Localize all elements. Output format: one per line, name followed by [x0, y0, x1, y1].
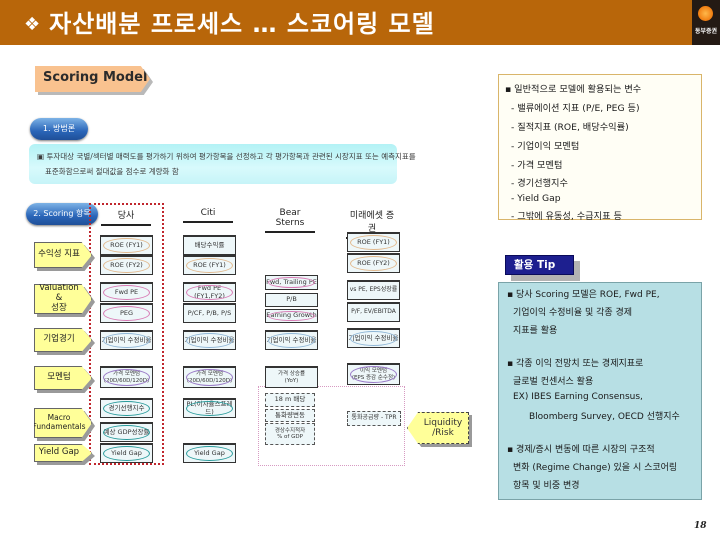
- tip-bullet-2-line-4: Bloomberg Survey, OECD 선행지수: [529, 412, 680, 422]
- variables-heading: ▪ 일반적으로 모델에 활용되는 변수: [505, 84, 642, 95]
- page-title-text: 자산배분 프로세스 … 스코어링 모델: [49, 10, 435, 38]
- methodology-pill: 1. 방법론: [30, 118, 88, 140]
- cell-mirae-earnings-momentum: 이익 모멘텀 (EPS 증감 순수정): [347, 363, 400, 385]
- row-label-yield-gap: Yield Gap: [34, 444, 92, 462]
- cell-citi-pcf-pb-ps: P/CF, P/B, P/S: [183, 303, 236, 323]
- tip-bullet-3-line-1: ▪ 경제/증시 변동에 따른 시장의 구조적: [507, 445, 655, 455]
- cell-dangsa-price-momentum: 가격 모멘텀 (20D/60D/120D): [100, 366, 153, 388]
- column-header-dangsa: 당사: [101, 208, 151, 226]
- variable-item: - 질적지표 (ROE, 배당수익률): [511, 122, 629, 133]
- cell-citi-fwd-pe: Fwd PE (FY1,FY2): [183, 282, 236, 302]
- cell-mirae-pe-eps-growth: vs PE, EPS성장률: [347, 280, 400, 300]
- methodology-line-1: ▣ 투자대상 국별/섹터별 매력도를 평가하기 위하여 평가항목을 선정하고 각…: [37, 152, 416, 161]
- cell-dangsa-yield-gap: Yield Gap: [100, 443, 153, 463]
- cell-dangsa-fwd-pe: Fwd PE: [100, 282, 153, 302]
- row-label-valuation: Valuation & 성장: [34, 284, 92, 314]
- cell-mirae-roe-fy2: ROE (FY2): [347, 253, 400, 273]
- scoring-model-label: Scoring Model: [43, 70, 148, 85]
- column-header-bear-sterns: Bear Sterns: [265, 208, 315, 233]
- title-bar: ❖ 자산배분 프로세스 … 스코어링 모델: [0, 0, 706, 45]
- cell-dangsa-peg: PEG: [100, 303, 153, 323]
- methodology-line-2: 표준화함으로써 절대값을 점수로 계량화 함: [45, 167, 179, 176]
- cell-citi-yield-gap: Yield Gap: [183, 443, 236, 463]
- tip-bullet-2-line-2: 글로벌 컨센서스 활용: [513, 377, 594, 387]
- cell-citi-rate-spread: PL(이자율스프레드): [183, 398, 236, 418]
- variable-item: - 밸류에이션 지표 (P/E, PEG 등): [511, 103, 640, 114]
- column-header-citi: Citi: [183, 208, 233, 223]
- tip-bullet-1-line-2: 기업이익 수정비율 및 각종 경제: [513, 308, 633, 318]
- company-logo: 동부증권: [692, 0, 720, 45]
- cell-bear-earning-growth: Earning Growth: [265, 309, 318, 323]
- tip-bullet-1-line-1: ▪ 당사 Scoring 모델은 ROE, Fwd PE,: [507, 290, 660, 300]
- cell-bear-money-supply: 통화량변동: [265, 409, 315, 422]
- cell-citi-earnings-revision: 기업이익 수정비율: [183, 330, 236, 350]
- tip-box: ▪ 당사 Scoring 모델은 ROE, Fwd PE, 기업이익 수정비율 …: [498, 282, 702, 500]
- tip-bullet-2-line-3: EX) IBES Earning Consensus,: [513, 392, 643, 402]
- tip-bullet-3-line-3: 항목 및 비중 변경: [513, 481, 580, 491]
- cell-dangsa-earnings-revision: 기업이익 수정비율: [100, 330, 153, 350]
- cell-bear-pb: P/B: [265, 293, 318, 307]
- row-label-macro: Macro Fundamentals: [34, 408, 92, 438]
- tip-bullet-2-line-1: ▪ 각종 이익 전망치 또는 경제지표로: [507, 359, 644, 369]
- tip-label: 활용 Tip: [505, 255, 574, 275]
- row-label-momentum: 모멘텀: [34, 366, 92, 390]
- cell-mirae-earnings-revision: 기업이익 수정비율: [347, 328, 400, 348]
- scoring-items-pill: 2. Scoring 항목: [26, 203, 98, 225]
- cell-dangsa-leading-index: 경기선행지수: [100, 398, 153, 418]
- cell-bear-current-account: 경상수지적자 % of GDP: [265, 423, 315, 445]
- sun-logo-icon: [698, 6, 713, 21]
- tip-bullet-1-line-3: 지표를 활용: [513, 326, 558, 336]
- methodology-box: ▣ 투자대상 국별/섹터별 매력도를 평가하기 위하여 평가항목을 선정하고 각…: [29, 144, 416, 184]
- scoring-model-tag: Scoring Model: [35, 66, 150, 92]
- cell-bear-price-change: 가격 상승률 (YoY): [265, 366, 318, 388]
- cell-bear-earnings-revision: 기업이익 수정비율: [265, 330, 318, 350]
- cell-bear-18m-dividend: 18 m 배당: [265, 393, 315, 407]
- diamond-bullet-icon: ❖: [24, 14, 42, 35]
- variable-item: - Yield Gap: [511, 193, 561, 204]
- cell-citi-dividend-yield: 배당수익률: [183, 235, 236, 255]
- cell-mirae-pf-ev-ebitda: P/F, EV/EBITDA: [347, 302, 400, 322]
- page-number: 18: [694, 521, 707, 531]
- cell-bear-fwd-trailing-pe: Fwd, Trailing PE: [265, 275, 318, 290]
- variable-item: - 기업이익 모멘텀: [511, 141, 580, 152]
- tip-bullet-3-line-2: 변화 (Regime Change) 있을 시 스코어링: [513, 463, 678, 473]
- variable-item: - 가격 모멘텀: [511, 160, 563, 171]
- cell-bear-money-tpr: 통화공급량 - TPR: [347, 411, 401, 426]
- cell-dangsa-gdp-growth: 예상 GDP성장률: [100, 422, 153, 442]
- cell-dangsa-roe-fy2: ROE (FY2): [100, 255, 153, 275]
- cell-citi-price-momentum: 가격 모멘텀 (20D/60D/120D): [183, 366, 236, 388]
- cell-mirae-roe-fy1: ROE (FY1): [347, 232, 400, 252]
- common-variables-box: ▪ 일반적으로 모델에 활용되는 변수 - 밸류에이션 지표 (P/E, PEG…: [498, 74, 702, 222]
- variable-item: - 그밖에 유동성, 수급지표 등: [511, 211, 622, 222]
- page-title: ❖ 자산배분 프로세스 … 스코어링 모델: [24, 4, 435, 39]
- liquidity-risk-label: Liquidity /Risk: [407, 412, 469, 444]
- row-label-profitability: 수익성 지표: [34, 242, 92, 268]
- variable-item: - 경기선행지수: [511, 178, 568, 189]
- cell-citi-roe-fy1: ROE (FY1): [183, 255, 236, 275]
- cell-dangsa-roe-fy1: ROE (FY1): [100, 235, 153, 255]
- row-label-earnings: 기업경기: [34, 328, 92, 352]
- logo-text: 동부증권: [694, 28, 718, 35]
